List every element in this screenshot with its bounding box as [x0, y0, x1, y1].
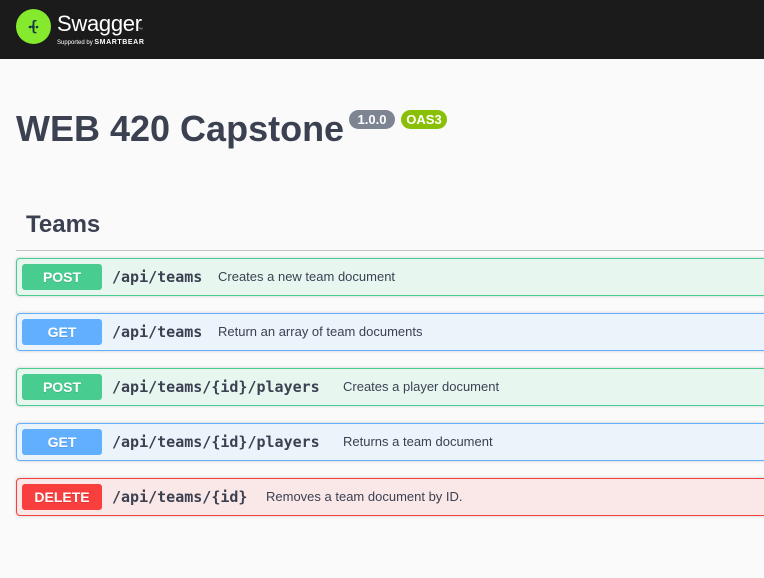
tag-header-teams[interactable]: Teams: [16, 205, 764, 251]
oas-badge: OAS3: [401, 110, 447, 129]
method-badge: DELETE: [22, 484, 102, 510]
operation-delete-api-teams-id[interactable]: DELETE /api/teams/{id} Removes a team do…: [16, 478, 764, 516]
brand-subtitle: Supported by SMARTBEAR: [57, 39, 145, 47]
endpoint-path: /api/teams: [112, 268, 203, 286]
brand-trademark: ™: [138, 27, 143, 33]
operation-get-api-teams-id-players[interactable]: GET /api/teams/{id}/players Returns a te…: [16, 423, 764, 461]
method-badge: GET: [22, 319, 102, 345]
endpoint-summary: Creates a player document: [343, 379, 500, 394]
endpoint-path: /api/teams/{id}/players: [112, 433, 320, 451]
smartbear-label: SMARTBEAR: [94, 39, 145, 46]
swagger-logo-icon[interactable]: {: [16, 9, 51, 44]
endpoint-summary: Creates a new team document: [218, 269, 396, 284]
supported-by-label: Supported by: [57, 40, 93, 46]
brand-name[interactable]: Swagger: [57, 12, 142, 36]
topbar: { Swagger ™ Supported by SMARTBEAR: [0, 0, 764, 59]
endpoint-summary: Returns a team document: [343, 434, 493, 449]
tag-section-teams: Teams: [16, 205, 764, 251]
method-badge: POST: [22, 264, 102, 290]
endpoint-path: /api/teams/{id}/players: [112, 378, 320, 396]
api-title: WEB 420 Capstone: [16, 108, 345, 149]
endpoint-summary: Return an array of team documents: [218, 324, 423, 339]
endpoint-path: /api/teams: [112, 323, 203, 341]
method-badge: GET: [22, 429, 102, 455]
endpoint-summary: Removes a team document by ID.: [266, 489, 463, 504]
operation-post-api-teams[interactable]: POST /api/teams Creates a new team docum…: [16, 258, 764, 296]
operation-post-api-teams-id-players[interactable]: POST /api/teams/{id}/players Creates a p…: [16, 368, 764, 406]
method-badge: POST: [22, 374, 102, 400]
endpoint-path: /api/teams/{id}: [112, 488, 248, 506]
version-badge: 1.0.0: [349, 110, 395, 129]
operation-get-api-teams[interactable]: GET /api/teams Return an array of team d…: [16, 313, 764, 351]
